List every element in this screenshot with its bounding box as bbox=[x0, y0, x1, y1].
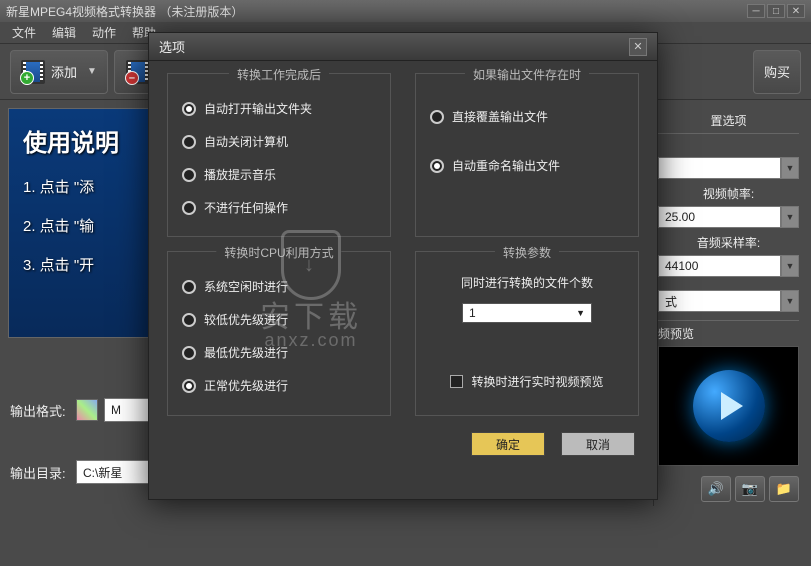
cancel-button[interactable]: 取消 bbox=[561, 432, 635, 456]
convert-params-legend: 转换参数 bbox=[495, 244, 559, 261]
radio-rename[interactable]: 自动重命名输出文件 bbox=[428, 141, 626, 190]
file-exists-group: 如果输出文件存在时 直接覆盖输出文件 自动重命名输出文件 bbox=[415, 73, 639, 237]
radio-low[interactable]: 较低优先级进行 bbox=[180, 303, 378, 336]
dialog-title: 选项 bbox=[159, 37, 185, 56]
video-preview bbox=[658, 346, 799, 466]
radio-do-nothing[interactable]: 不进行任何操作 bbox=[180, 191, 378, 224]
radio-icon bbox=[182, 135, 196, 149]
concurrent-label: 同时进行转换的文件个数 bbox=[461, 274, 593, 291]
maximize-button[interactable]: □ bbox=[767, 4, 785, 18]
radio-icon bbox=[182, 201, 196, 215]
config-select-1[interactable]: ▼ bbox=[658, 157, 799, 179]
ok-button[interactable]: 确定 bbox=[471, 432, 545, 456]
file-exists-legend: 如果输出文件存在时 bbox=[465, 66, 589, 83]
preview-title: 频预览 bbox=[658, 320, 799, 342]
radio-idle[interactable]: 系统空闲时进行 bbox=[180, 270, 378, 303]
cpu-usage-legend: 转换时CPU利用方式 bbox=[216, 244, 341, 261]
radio-open-folder[interactable]: 自动打开输出文件夹 bbox=[180, 92, 378, 125]
concurrent-select[interactable]: 1 ▼ bbox=[462, 303, 592, 323]
sample-label: 音频采样率: bbox=[658, 232, 799, 251]
config-title: 置选项 bbox=[658, 110, 799, 134]
film-icon: + bbox=[21, 60, 45, 84]
menu-edit[interactable]: 编辑 bbox=[46, 22, 82, 43]
play-icon[interactable] bbox=[693, 370, 765, 442]
radio-icon bbox=[182, 346, 196, 360]
cpu-usage-group: 转换时CPU利用方式 系统空闲时进行 较低优先级进行 最低优先级进行 正常优先级… bbox=[167, 251, 391, 416]
menu-action[interactable]: 动作 bbox=[86, 22, 122, 43]
chevron-down-icon: ▼ bbox=[781, 206, 799, 228]
window-titlebar: 新星MPEG4视频格式转换器 （未注册版本） ─ □ ✕ bbox=[0, 0, 811, 22]
ext-select[interactable]: 式▼ bbox=[658, 290, 799, 312]
add-label: 添加 bbox=[51, 62, 77, 81]
after-convert-group: 转换工作完成后 自动打开输出文件夹 自动关闭计算机 播放提示音乐 不进行任何操作 bbox=[167, 73, 391, 237]
radio-overwrite[interactable]: 直接覆盖输出文件 bbox=[428, 92, 626, 141]
film-icon: – bbox=[126, 60, 150, 84]
convert-params-group: 转换参数 同时进行转换的文件个数 1 ▼ 转换时进行实时视频预览 bbox=[415, 251, 639, 416]
radio-icon bbox=[182, 280, 196, 294]
chevron-down-icon: ▼ bbox=[781, 290, 799, 312]
radio-icon bbox=[182, 379, 196, 393]
fps-select[interactable]: 25.00▼ bbox=[658, 206, 799, 228]
after-convert-legend: 转换工作完成后 bbox=[229, 66, 329, 83]
fps-label: 视频帧率: bbox=[658, 183, 799, 202]
radio-icon bbox=[182, 102, 196, 116]
buy-label: 购买 bbox=[764, 62, 790, 81]
folder-icon[interactable]: 📁 bbox=[769, 476, 799, 502]
add-button[interactable]: + 添加 ▼ bbox=[10, 50, 108, 94]
options-dialog: 选项 ✕ 转换工作完成后 自动打开输出文件夹 自动关闭计算机 播放提示音乐 不进… bbox=[148, 32, 658, 500]
radio-play-sound[interactable]: 播放提示音乐 bbox=[180, 158, 378, 191]
radio-icon bbox=[430, 159, 444, 173]
sample-select[interactable]: 44100▼ bbox=[658, 255, 799, 277]
snapshot-icon[interactable]: 📷 bbox=[735, 476, 765, 502]
radio-icon bbox=[182, 168, 196, 182]
realtime-preview-check[interactable]: 转换时进行实时视频预览 bbox=[448, 365, 605, 398]
chevron-down-icon: ▼ bbox=[781, 255, 799, 277]
volume-icon[interactable]: 🔊 bbox=[701, 476, 731, 502]
radio-lowest[interactable]: 最低优先级进行 bbox=[180, 336, 378, 369]
window-title: 新星MPEG4视频格式转换器 （未注册版本） bbox=[6, 3, 243, 20]
chevron-down-icon: ▼ bbox=[781, 157, 799, 179]
close-button[interactable]: ✕ bbox=[787, 4, 805, 18]
checkbox-icon bbox=[450, 375, 463, 388]
dialog-close-button[interactable]: ✕ bbox=[629, 38, 647, 56]
output-dir-label: 输出目录: bbox=[10, 463, 70, 482]
chevron-down-icon: ▼ bbox=[87, 66, 97, 77]
radio-normal[interactable]: 正常优先级进行 bbox=[180, 369, 378, 402]
menu-file[interactable]: 文件 bbox=[6, 22, 42, 43]
radio-icon bbox=[430, 110, 444, 124]
radio-icon bbox=[182, 313, 196, 327]
output-format-label: 输出格式: bbox=[10, 401, 70, 420]
radio-shutdown[interactable]: 自动关闭计算机 bbox=[180, 125, 378, 158]
chevron-down-icon: ▼ bbox=[576, 308, 585, 318]
minimize-button[interactable]: ─ bbox=[747, 4, 765, 18]
buy-button[interactable]: 购买 bbox=[753, 50, 801, 94]
format-thumb-icon bbox=[76, 399, 98, 421]
